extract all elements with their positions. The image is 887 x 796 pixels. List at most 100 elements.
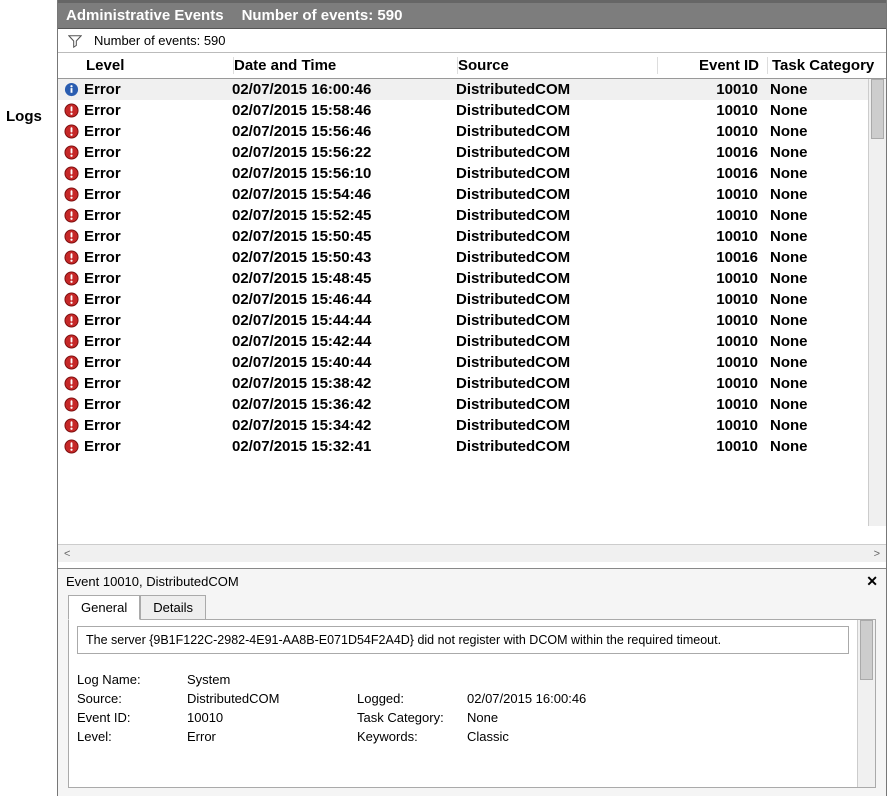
- cell-source: DistributedCOM: [456, 312, 656, 329]
- cell-date: 02/07/2015 15:42:44: [232, 333, 456, 350]
- cell-event-id: 10010: [656, 396, 766, 413]
- scroll-thumb[interactable]: [871, 79, 884, 139]
- table-row[interactable]: Error02/07/2015 15:50:45DistributedCOM10…: [58, 226, 868, 247]
- cell-task-category: None: [766, 270, 868, 287]
- close-icon[interactable]: ✕: [866, 573, 878, 590]
- table-row[interactable]: Error02/07/2015 15:56:46DistributedCOM10…: [58, 121, 868, 142]
- cell-event-id: 10010: [656, 270, 766, 287]
- table-row[interactable]: Error02/07/2015 15:36:42DistributedCOM10…: [58, 394, 868, 415]
- cell-event-id: 10010: [656, 102, 766, 119]
- detail-titlebar: Event 10010, DistributedCOM ✕: [58, 569, 886, 594]
- col-task-category[interactable]: Task Category: [768, 57, 878, 74]
- label-keywords: Keywords:: [357, 729, 467, 744]
- header-count: Number of events: 590: [242, 7, 403, 24]
- tab-general[interactable]: General: [68, 595, 140, 620]
- tab-logs[interactable]: Logs: [0, 108, 57, 125]
- detail-scroll-thumb[interactable]: [860, 620, 873, 680]
- right-pane: Administrative Events Number of events: …: [57, 0, 887, 796]
- cell-task-category: None: [766, 228, 868, 245]
- error-icon: [58, 418, 84, 433]
- table-row[interactable]: Error02/07/2015 15:56:22DistributedCOM10…: [58, 142, 868, 163]
- cell-event-id: 10010: [656, 207, 766, 224]
- label-source: Source:: [77, 691, 187, 706]
- horizontal-scrollbar[interactable]: < >: [58, 544, 886, 562]
- error-icon: [58, 355, 84, 370]
- col-date[interactable]: Date and Time: [234, 57, 458, 74]
- table-row[interactable]: Error02/07/2015 15:58:46DistributedCOM10…: [58, 100, 868, 121]
- value-task-category: None: [467, 710, 637, 725]
- cell-source: DistributedCOM: [456, 438, 656, 455]
- cell-source: DistributedCOM: [456, 228, 656, 245]
- cell-event-id: 10016: [656, 144, 766, 161]
- cell-level: Error: [84, 312, 232, 329]
- cell-source: DistributedCOM: [456, 165, 656, 182]
- label-log-name: Log Name:: [77, 672, 187, 687]
- table-row[interactable]: Error02/07/2015 15:38:42DistributedCOM10…: [58, 373, 868, 394]
- filter-bar: Number of events: 590: [58, 29, 886, 53]
- cell-date: 02/07/2015 15:54:46: [232, 186, 456, 203]
- cell-source: DistributedCOM: [456, 333, 656, 350]
- table-row[interactable]: Error02/07/2015 15:46:44DistributedCOM10…: [58, 289, 868, 310]
- col-event-id[interactable]: Event ID: [658, 57, 768, 74]
- table-row[interactable]: Error02/07/2015 15:56:10DistributedCOM10…: [58, 163, 868, 184]
- cell-level: Error: [84, 249, 232, 266]
- table-row[interactable]: Error02/07/2015 15:52:45DistributedCOM10…: [58, 205, 868, 226]
- table-row[interactable]: Error02/07/2015 16:00:46DistributedCOM10…: [58, 79, 868, 100]
- detail-panel: Event 10010, DistributedCOM ✕ General De…: [58, 568, 886, 796]
- cell-date: 02/07/2015 15:56:46: [232, 123, 456, 140]
- table-body: Error02/07/2015 16:00:46DistributedCOM10…: [58, 79, 868, 544]
- cell-level: Error: [84, 333, 232, 350]
- cell-level: Error: [84, 438, 232, 455]
- cell-task-category: None: [766, 123, 868, 140]
- cell-source: DistributedCOM: [456, 123, 656, 140]
- value-source: DistributedCOM: [187, 691, 357, 706]
- cell-task-category: None: [766, 102, 868, 119]
- cell-level: Error: [84, 81, 232, 98]
- label-logged: Logged:: [357, 691, 467, 706]
- cell-source: DistributedCOM: [456, 375, 656, 392]
- table-row[interactable]: Error02/07/2015 15:42:44DistributedCOM10…: [58, 331, 868, 352]
- scroll-right-icon[interactable]: >: [870, 548, 884, 560]
- col-level[interactable]: Level: [86, 57, 234, 74]
- header-bar: Administrative Events Number of events: …: [58, 0, 886, 29]
- table-row[interactable]: Error02/07/2015 15:54:46DistributedCOM10…: [58, 184, 868, 205]
- col-source[interactable]: Source: [458, 57, 658, 74]
- filter-icon[interactable]: [68, 34, 82, 48]
- table-row[interactable]: Error02/07/2015 15:48:45DistributedCOM10…: [58, 268, 868, 289]
- table-row[interactable]: Error02/07/2015 15:50:43DistributedCOM10…: [58, 247, 868, 268]
- cell-date: 02/07/2015 15:36:42: [232, 396, 456, 413]
- cell-event-id: 10010: [656, 123, 766, 140]
- cell-event-id: 10010: [656, 375, 766, 392]
- error-icon: [58, 124, 84, 139]
- detail-title-text: Event 10010, DistributedCOM: [66, 574, 239, 589]
- cell-date: 02/07/2015 15:52:45: [232, 207, 456, 224]
- cell-event-id: 10010: [656, 312, 766, 329]
- cell-date: 02/07/2015 15:48:45: [232, 270, 456, 287]
- cell-date: 02/07/2015 15:44:44: [232, 312, 456, 329]
- cell-level: Error: [84, 270, 232, 287]
- vertical-scrollbar[interactable]: [868, 79, 886, 526]
- error-icon: [58, 166, 84, 181]
- cell-source: DistributedCOM: [456, 144, 656, 161]
- error-icon: [58, 334, 84, 349]
- error-icon: [58, 397, 84, 412]
- tab-details[interactable]: Details: [140, 595, 206, 620]
- cell-event-id: 10010: [656, 354, 766, 371]
- table-row[interactable]: Error02/07/2015 15:32:41DistributedCOM10…: [58, 436, 868, 457]
- table-row[interactable]: Error02/07/2015 15:34:42DistributedCOM10…: [58, 415, 868, 436]
- cell-source: DistributedCOM: [456, 186, 656, 203]
- table-row[interactable]: Error02/07/2015 15:40:44DistributedCOM10…: [58, 352, 868, 373]
- cell-task-category: None: [766, 186, 868, 203]
- app-root: Logs Administrative Events Number of eve…: [0, 0, 887, 796]
- left-pane: Logs: [0, 0, 57, 796]
- cell-source: DistributedCOM: [456, 102, 656, 119]
- cell-source: DistributedCOM: [456, 291, 656, 308]
- scroll-left-icon[interactable]: <: [60, 548, 74, 560]
- cell-event-id: 10010: [656, 291, 766, 308]
- table-row[interactable]: Error02/07/2015 15:44:44DistributedCOM10…: [58, 310, 868, 331]
- cell-level: Error: [84, 291, 232, 308]
- detail-vertical-scrollbar[interactable]: [857, 620, 875, 787]
- cell-task-category: None: [766, 207, 868, 224]
- label-task-category: Task Category:: [357, 710, 467, 725]
- cell-task-category: None: [766, 417, 868, 434]
